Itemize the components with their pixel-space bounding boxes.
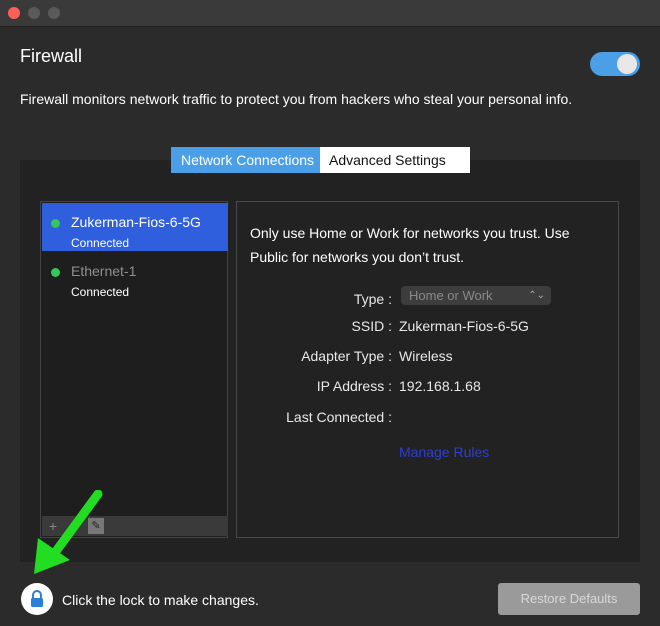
trust-info-text: Only use Home or Work for networks you t… (250, 225, 570, 265)
lock-icon (31, 590, 43, 607)
network-item-ethernet[interactable]: Ethernet-1 Connected (42, 252, 228, 300)
tab-advanced-settings[interactable]: Advanced Settings (320, 147, 470, 173)
ip-address-label: IP Address : (316, 378, 392, 394)
manage-rules-link[interactable]: Manage Rules (399, 444, 489, 460)
ssid-value: Zukerman-Fios-6-5G (399, 318, 529, 334)
minimize-window-button[interactable] (28, 7, 40, 19)
ssid-label: SSID : (351, 318, 392, 334)
connected-status-dot (51, 219, 60, 228)
tab-bar: Network Connections Advanced Settings (171, 147, 470, 173)
network-status: Connected (71, 285, 130, 299)
firewall-toggle[interactable] (590, 52, 640, 76)
adapter-type-value: Wireless (399, 348, 453, 364)
network-status: Connected (71, 236, 130, 250)
connected-status-dot (51, 268, 60, 277)
adapter-type-label: Adapter Type : (301, 348, 392, 364)
annotation-arrow-icon (34, 490, 103, 574)
tab-network-connections[interactable]: Network Connections (171, 147, 320, 173)
lock-button[interactable] (21, 583, 53, 615)
network-list: Zukerman-Fios-6-5G Connected Ethernet-1 … (40, 201, 228, 538)
network-detail-panel: Only use Home or Work for networks you t… (236, 201, 619, 538)
network-type-select[interactable]: Home or Work ⌃⌄ (401, 286, 551, 305)
page-title: Firewall (20, 46, 83, 66)
lock-instruction-text: Click the lock to make changes. (62, 592, 259, 608)
ip-address-value: 192.168.1.68 (399, 378, 481, 394)
network-type-value: Home or Work (409, 288, 493, 303)
network-name: Zukerman-Fios-6-5G (71, 214, 201, 230)
restore-defaults-button[interactable]: Restore Defaults (498, 583, 640, 615)
network-item-zukerman[interactable]: Zukerman-Fios-6-5G Connected (42, 203, 228, 251)
type-label: Type : (353, 291, 392, 307)
firewall-description: Firewall monitors network traffic to pro… (20, 91, 573, 107)
close-window-button[interactable] (8, 7, 20, 19)
toggle-knob (617, 54, 637, 74)
last-connected-label: Last Connected : (286, 409, 392, 425)
zoom-window-button[interactable] (48, 7, 60, 19)
network-name: Ethernet-1 (71, 263, 137, 279)
title-bar (0, 0, 660, 27)
chevron-updown-icon: ⌃⌄ (528, 290, 545, 301)
